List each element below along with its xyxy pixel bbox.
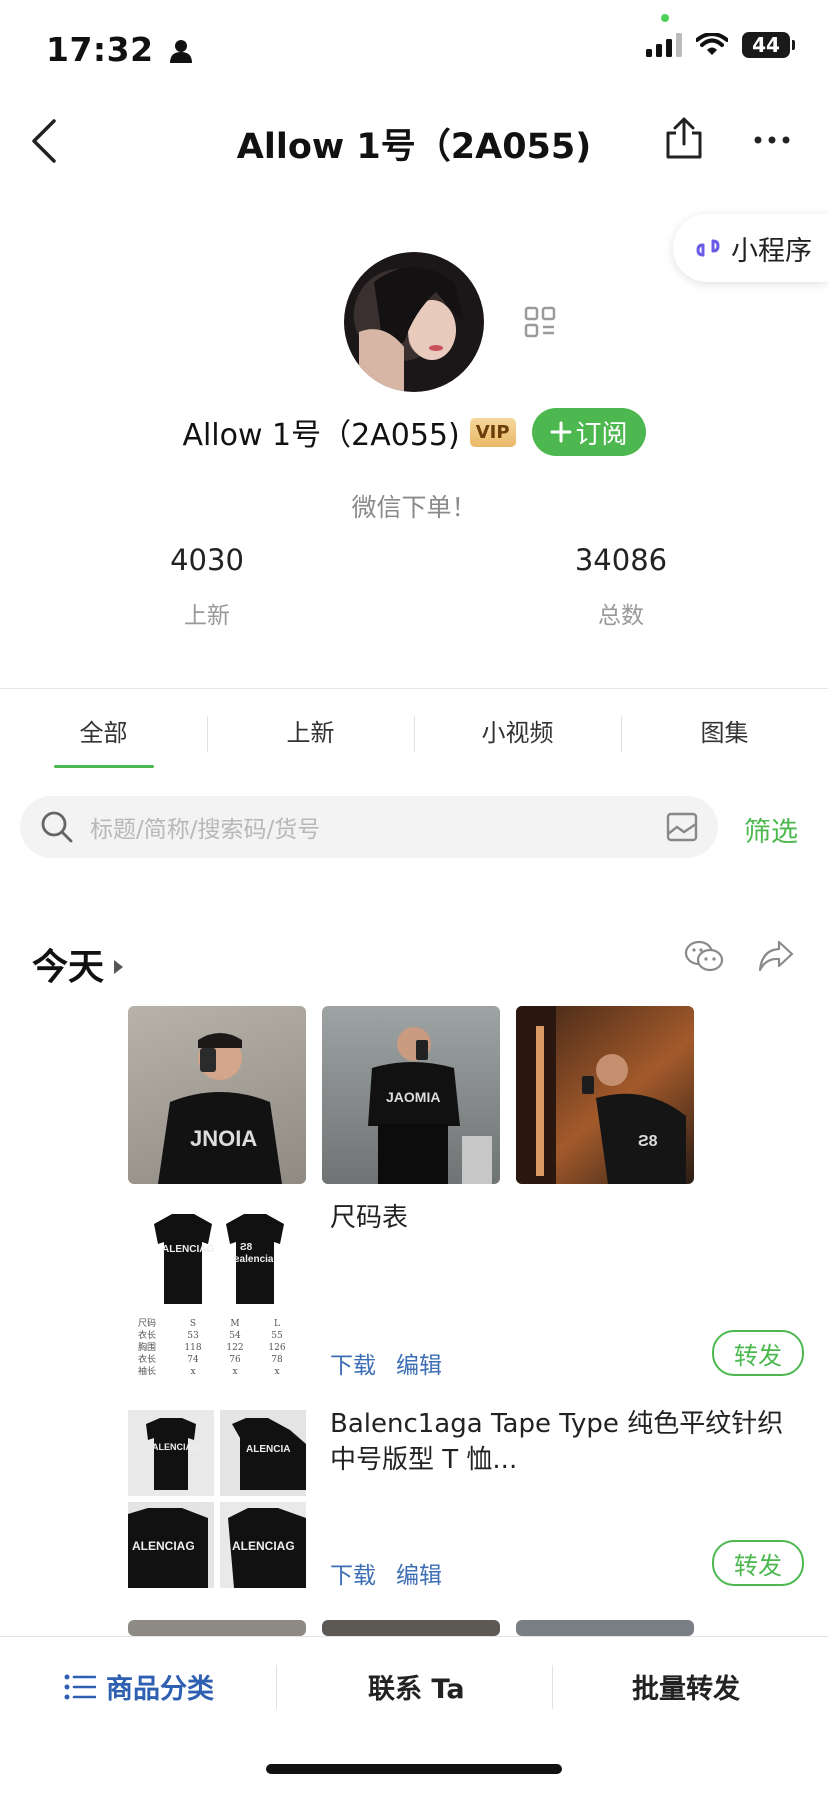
size-chart-row: 衣长 74 76 78 [138, 1355, 283, 1365]
forward-button[interactable]: 转发 [712, 1330, 804, 1376]
svg-text:ALENCIA: ALENCIA [246, 1444, 290, 1455]
size-chart-row: 衣长 53 54 55 [138, 1331, 283, 1341]
search-icon [41, 811, 73, 843]
product-photo[interactable]: JNOIA [128, 1006, 306, 1184]
search-bar[interactable]: 标题/简称/搜索码/货号 [20, 796, 718, 858]
download-link[interactable]: 下载 [330, 1346, 376, 1380]
product-photo[interactable] [516, 1620, 694, 1636]
batch-forward-button[interactable]: 批量转发 [632, 1667, 740, 1706]
wifi-icon [696, 33, 728, 55]
tab-videos[interactable]: 小视频 [414, 708, 621, 768]
size-chart-shirts: ALENCIAG Ƨ8 ƨalencia [154, 1214, 284, 1304]
profile-bio: 微信下单！ [351, 493, 477, 522]
image-search-icon[interactable] [666, 812, 698, 842]
product-photo[interactable]: Ƨ8 [516, 1006, 694, 1184]
search-input[interactable]: 标题/简称/搜索码/货号 [90, 810, 666, 844]
edit-link[interactable]: 编辑 [396, 1556, 442, 1590]
post-title[interactable]: 尺码表 [330, 1200, 790, 1236]
status-time: 17:32 [46, 30, 192, 69]
tab-albums[interactable]: 图集 [621, 708, 828, 768]
size-chart-thumbnail[interactable]: ALENCIAG Ƨ8 ƨalencia 尺码 S M L 衣长 53 54 5… [128, 1200, 306, 1390]
cellular-signal-icon [646, 33, 682, 57]
divider [0, 688, 828, 689]
svg-text:ALENCIAG: ALENCIAG [152, 1442, 199, 1452]
product-photo[interactable] [322, 1620, 500, 1636]
status-icons: 44 [646, 32, 795, 58]
svg-text:ALENCIAG: ALENCIAG [162, 1244, 214, 1255]
svg-text:Ƨ8: Ƨ8 [240, 1242, 253, 1253]
tab-all[interactable]: 全部 [0, 708, 207, 768]
subscribe-label: 订阅 [575, 419, 628, 450]
bottom-divider [276, 1665, 277, 1709]
section-title[interactable]: 今天 [32, 938, 124, 990]
battery-icon: 44 [742, 32, 795, 58]
stat-total-label: 总数 [598, 603, 644, 629]
profile-name: Allow 1号（2A055) [182, 418, 460, 453]
privacy-indicator-dot [661, 14, 669, 22]
forward-button[interactable]: 转发 [712, 1540, 804, 1586]
svg-text:ALENCIAG: ALENCIAG [232, 1539, 295, 1553]
profile-row: Allow 1号（2A055) VIP 订阅 [0, 408, 828, 456]
tab-bar: 全部 上新 小视频 图集 [0, 708, 828, 768]
svg-text:Ƨ8: Ƨ8 [638, 1133, 658, 1150]
more-icon[interactable] [754, 136, 790, 144]
edit-link[interactable]: 编辑 [396, 1346, 442, 1380]
contact-button[interactable]: 联系 Ta [368, 1667, 465, 1706]
product-photo[interactable]: JAOMIA [322, 1006, 500, 1184]
bottom-divider [552, 1665, 553, 1709]
tab-new[interactable]: 上新 [207, 708, 414, 768]
plus-icon [550, 421, 572, 443]
filter-button[interactable]: 筛选 [744, 810, 798, 849]
qr-code-icon[interactable] [524, 306, 556, 338]
forward-arrow-icon[interactable] [758, 940, 794, 972]
svg-text:ALENCIAG: ALENCIAG [132, 1539, 195, 1553]
share-icon[interactable] [664, 116, 704, 160]
stat-total-value: 34086 [574, 543, 668, 577]
size-chart-header: 尺码 S M L [138, 1319, 280, 1329]
categories-button[interactable]: 商品分类 [64, 1667, 214, 1706]
product-photo[interactable] [128, 1620, 306, 1636]
caret-right-icon [114, 960, 124, 974]
wechat-icon[interactable] [684, 940, 724, 974]
svg-text:JNOIA: JNOIA [190, 1126, 257, 1151]
product-thumbnail-grid[interactable]: ALENCIAG ALENCIA ALENCIAG ALENCIAG [128, 1410, 306, 1588]
stat-new-label: 上新 [184, 603, 230, 629]
download-link[interactable]: 下载 [330, 1556, 376, 1590]
categories-label: 商品分类 [106, 1674, 214, 1705]
mini-program-button[interactable]: 小程序 [673, 214, 828, 282]
mini-program-label: 小程序 [731, 235, 812, 267]
mini-program-icon [696, 239, 720, 257]
avatar[interactable] [344, 252, 484, 392]
stat-new-value: 4030 [170, 543, 244, 577]
person-icon [169, 40, 192, 63]
list-icon [64, 1674, 96, 1699]
vip-badge: VIP [469, 417, 516, 447]
home-indicator[interactable] [266, 1764, 562, 1774]
size-chart-row: 胸围 118 122 126 [138, 1343, 286, 1353]
svg-text:ƨalencia: ƨalencia [234, 1254, 274, 1265]
size-chart-table: 尺码 S M L 衣长 53 54 55 胸围 118 122 126 衣长 7… [138, 1318, 298, 1378]
svg-text:JAOMIA: JAOMIA [386, 1089, 440, 1105]
size-chart-row: 袖长 x x x [138, 1367, 280, 1377]
post-title[interactable]: Balenc1aga Tape Type 纯色平纹针织中号版型 T 恤... [330, 1406, 800, 1478]
subscribe-button[interactable]: 订阅 [531, 408, 646, 456]
